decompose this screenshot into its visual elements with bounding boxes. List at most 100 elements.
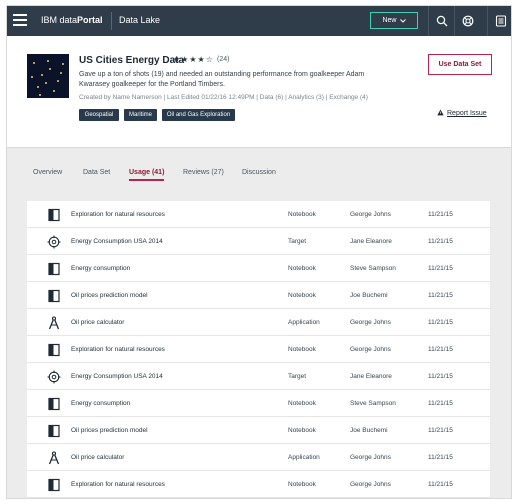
- usage-row[interactable]: Energy Consumption USA 2014 Target Jane El…: [27, 363, 490, 390]
- search-icon: [436, 15, 447, 27]
- usage-name[interactable]: Oil price calculator: [71, 319, 124, 326]
- usage-owner: Steve Sampson: [350, 400, 396, 407]
- usage-date: 11/21/15: [428, 454, 453, 461]
- usage-owner: Steve Sampson: [350, 265, 396, 272]
- notebook-icon: [47, 478, 61, 492]
- header-divider: [111, 12, 112, 30]
- usage-owner: Jane Eleanore: [350, 238, 392, 245]
- usage-row[interactable]: Exploration for natural resources Noteboo…: [27, 201, 490, 228]
- notebook-icon: [47, 343, 61, 357]
- usage-owner: George Johns: [350, 346, 391, 353]
- usage-name[interactable]: Exploration for natural resources: [71, 346, 165, 353]
- usage-row[interactable]: Oil price calculator Application George Jo…: [27, 444, 490, 471]
- usage-row[interactable]: Exploration for natural resources Noteboo…: [27, 471, 490, 498]
- warning-icon: [437, 109, 444, 116]
- usage-type: Notebook: [288, 346, 316, 353]
- usage-date: 11/21/15: [428, 427, 453, 434]
- usage-row[interactable]: Oil prices prediction model Notebook Joe B…: [27, 282, 490, 309]
- dataset-description: Gave up a ton of shots (19) and needed a…: [79, 71, 365, 88]
- usage-name[interactable]: Energy Consumption USA 2014: [71, 373, 163, 380]
- help-button[interactable]: [454, 6, 480, 36]
- review-count[interactable]: (24): [217, 56, 229, 63]
- usage-type: Notebook: [288, 481, 316, 488]
- usage-date: 11/21/15: [428, 292, 453, 299]
- user-icon: [495, 15, 506, 27]
- usage-owner: Joe Buchemi: [350, 292, 388, 299]
- usage-row[interactable]: Energy Consumption USA 2014 Target Jane El…: [27, 228, 490, 255]
- usage-name[interactable]: Oil prices prediction model: [71, 292, 148, 299]
- usage-date: 11/21/15: [428, 481, 453, 488]
- usage-name[interactable]: Exploration for natural resources: [71, 211, 165, 218]
- usage-name[interactable]: Energy Consumption USA 2014: [71, 238, 163, 245]
- tag-geospatial[interactable]: Geospatial: [79, 109, 119, 121]
- usage-list: Exploration for natural resources Noteboo…: [27, 201, 490, 498]
- notebook-icon: [47, 289, 61, 303]
- tag-maritime[interactable]: Maritime: [124, 109, 157, 121]
- usage-owner: Jane Eleanore: [350, 373, 392, 380]
- brand-regular: IBM data: [41, 15, 78, 25]
- usage-type: Notebook: [288, 292, 316, 299]
- usage-owner: George Johns: [350, 211, 391, 218]
- brand-logo[interactable]: IBM dataPortal: [41, 15, 103, 25]
- usage-name[interactable]: Energy consumption: [71, 400, 130, 407]
- usage-name[interactable]: Energy consumption: [71, 265, 130, 272]
- notebook-icon: [47, 262, 61, 276]
- user-button[interactable]: [487, 6, 511, 36]
- usage-row[interactable]: Energy consumption Notebook Steve Sampson 1…: [27, 390, 490, 417]
- usage-name[interactable]: Oil prices prediction model: [71, 427, 148, 434]
- new-button[interactable]: New: [370, 12, 418, 29]
- hamburger-menu-icon[interactable]: [13, 14, 27, 26]
- usage-type: Notebook: [288, 427, 316, 434]
- tab-usage[interactable]: Usage (41): [129, 169, 165, 181]
- tab-bar: Overview Data Set Usage (41) Reviews (27…: [7, 149, 511, 181]
- dataset-card: US Cities Energy Data ★★★★☆ (24) Gave up…: [7, 36, 511, 148]
- tab-reviews[interactable]: Reviews (27): [183, 169, 224, 176]
- usage-row[interactable]: Oil price calculator Application George Jo…: [27, 309, 490, 336]
- app-frame: IBM dataPortal Data Lake New US Cities E…: [6, 5, 512, 499]
- dataset-title: US Cities Energy Data: [79, 55, 185, 66]
- brand-bold: Portal: [77, 15, 103, 25]
- usage-type: Target: [288, 373, 307, 380]
- usage-owner: Joe Buchemi: [350, 427, 388, 434]
- usage-date: 11/21/15: [428, 319, 453, 326]
- usage-type: Application: [288, 319, 320, 326]
- notebook-icon: [47, 397, 61, 411]
- usage-date: 11/21/15: [428, 400, 453, 407]
- usage-type: Application: [288, 454, 320, 461]
- usage-type: Notebook: [288, 400, 316, 407]
- tag-oil-and-gas[interactable]: Oil and Gas Exploration: [162, 109, 235, 121]
- usage-name[interactable]: Oil price calculator: [71, 454, 124, 461]
- usage-type: Notebook: [288, 265, 316, 272]
- usage-owner: George Johns: [350, 319, 391, 326]
- usage-owner: George Johns: [350, 481, 391, 488]
- usage-date: 11/21/15: [428, 346, 453, 353]
- tab-discussion[interactable]: Discussion: [242, 169, 276, 176]
- usage-row[interactable]: Exploration for natural resources Noteboo…: [27, 336, 490, 363]
- search-button[interactable]: [428, 6, 454, 36]
- notebook-icon: [47, 208, 61, 222]
- compass-icon: [47, 451, 61, 465]
- rating-stars[interactable]: ★★★★☆: [173, 55, 214, 64]
- usage-row[interactable]: Oil prices prediction model Notebook Joe B…: [27, 417, 490, 444]
- top-bar: IBM dataPortal Data Lake New: [7, 6, 511, 36]
- dataset-meta: Created by Name Namerson | Last Edited 0…: [79, 94, 368, 101]
- usage-type: Target: [288, 238, 307, 245]
- usage-date: 11/21/15: [428, 238, 453, 245]
- tab-overview[interactable]: Overview: [33, 169, 62, 176]
- usage-date: 11/21/15: [428, 211, 453, 218]
- use-dataset-button[interactable]: Use Data Set: [428, 54, 492, 75]
- usage-name[interactable]: Exploration for natural resources: [71, 481, 165, 488]
- usage-date: 11/21/15: [428, 265, 453, 272]
- help-icon: [462, 15, 473, 27]
- report-issue-link[interactable]: Report Issue: [437, 109, 487, 117]
- usage-type: Notebook: [288, 211, 316, 218]
- new-button-label: New: [382, 17, 397, 24]
- notebook-icon: [47, 424, 61, 438]
- report-issue-label: Report Issue: [447, 110, 487, 117]
- chevron-down-icon: [399, 18, 406, 23]
- target-icon: [47, 370, 61, 384]
- usage-row[interactable]: Energy consumption Notebook Steve Sampson 1…: [27, 255, 490, 282]
- breadcrumb[interactable]: Data Lake: [119, 15, 160, 25]
- target-icon: [47, 235, 61, 249]
- tab-data-set[interactable]: Data Set: [83, 169, 110, 176]
